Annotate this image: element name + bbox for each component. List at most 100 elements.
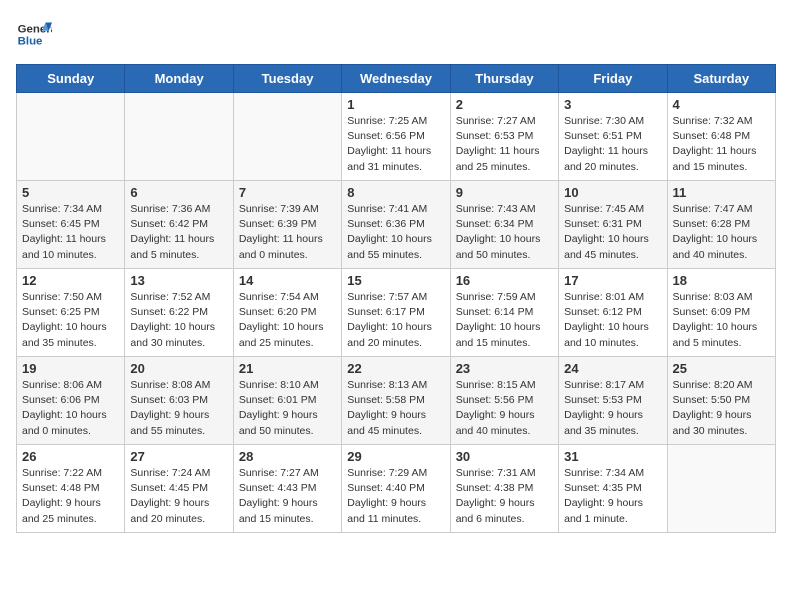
calendar-cell: 23 Sunrise: 8:15 AM Sunset: 5:56 PM Dayli… <box>450 357 558 445</box>
calendar-cell: 4Sunrise: 7:32 AM Sunset: 6:48 PM Daylig… <box>667 93 775 181</box>
day-info: Sunrise: 8:03 AM Sunset: 6:09 PM Dayligh… <box>673 290 770 351</box>
day-info: Sunrise: 8:13 AM Sunset: 5:58 PM Dayligh… <box>347 378 444 439</box>
day-info: Sunrise: 7:39 AM Sunset: 6:39 PM Dayligh… <box>239 202 336 263</box>
calendar-cell: 13 Sunrise: 7:52 AM Sunset: 6:22 PM Dayli… <box>125 269 233 357</box>
day-info: Sunrise: 8:08 AM Sunset: 6:03 PM Dayligh… <box>130 378 227 439</box>
day-number: 2 <box>456 97 553 112</box>
day-number: 31 <box>564 449 661 464</box>
calendar-table: SundayMondayTuesdayWednesdayThursdayFrid… <box>16 64 776 533</box>
weekday-header-thursday: Thursday <box>450 65 558 93</box>
calendar-cell: 28 Sunrise: 7:27 AM Sunset: 4:43 PM Dayli… <box>233 445 341 533</box>
day-number: 21 <box>239 361 336 376</box>
calendar-cell: 2 Sunrise: 7:27 AM Sunset: 6:53 PM Daylig… <box>450 93 558 181</box>
logo: General Blue <box>16 16 52 52</box>
day-info: Sunrise: 8:10 AM Sunset: 6:01 PM Dayligh… <box>239 378 336 439</box>
day-number: 16 <box>456 273 553 288</box>
page-header: General Blue <box>16 16 776 52</box>
day-number: 5 <box>22 185 119 200</box>
day-info: Sunrise: 7:27 AM Sunset: 6:53 PM Dayligh… <box>456 114 553 175</box>
calendar-cell: 5 Sunrise: 7:34 AM Sunset: 6:45 PM Daylig… <box>17 181 125 269</box>
weekday-header-monday: Monday <box>125 65 233 93</box>
calendar-cell: 20 Sunrise: 8:08 AM Sunset: 6:03 PM Dayli… <box>125 357 233 445</box>
day-info: Sunrise: 7:57 AM Sunset: 6:17 PM Dayligh… <box>347 290 444 351</box>
day-number: 18 <box>673 273 770 288</box>
weekday-header-tuesday: Tuesday <box>233 65 341 93</box>
calendar-cell: 16 Sunrise: 7:59 AM Sunset: 6:14 PM Dayli… <box>450 269 558 357</box>
day-info: Sunrise: 7:22 AM Sunset: 4:48 PM Dayligh… <box>22 466 119 527</box>
day-info: Sunrise: 7:36 AM Sunset: 6:42 PM Dayligh… <box>130 202 227 263</box>
weekday-header-saturday: Saturday <box>667 65 775 93</box>
day-info: Sunrise: 8:01 AM Sunset: 6:12 PM Dayligh… <box>564 290 661 351</box>
calendar-cell: 27 Sunrise: 7:24 AM Sunset: 4:45 PM Dayli… <box>125 445 233 533</box>
calendar-cell: 7 Sunrise: 7:39 AM Sunset: 6:39 PM Daylig… <box>233 181 341 269</box>
day-info: Sunrise: 7:30 AM Sunset: 6:51 PM Dayligh… <box>564 114 661 175</box>
day-number: 11 <box>673 185 770 200</box>
svg-text:Blue: Blue <box>18 36 43 48</box>
day-number: 15 <box>347 273 444 288</box>
calendar-cell: 10 Sunrise: 7:45 AM Sunset: 6:31 PM Dayli… <box>559 181 667 269</box>
logo-icon: General Blue <box>16 16 52 52</box>
day-info: Sunrise: 7:29 AM Sunset: 4:40 PM Dayligh… <box>347 466 444 527</box>
day-number: 29 <box>347 449 444 464</box>
day-number: 7 <box>239 185 336 200</box>
calendar-cell <box>17 93 125 181</box>
calendar-cell: 9 Sunrise: 7:43 AM Sunset: 6:34 PM Daylig… <box>450 181 558 269</box>
day-number: 24 <box>564 361 661 376</box>
calendar-cell: 17 Sunrise: 8:01 AM Sunset: 6:12 PM Dayli… <box>559 269 667 357</box>
calendar-cell: 11Sunrise: 7:47 AM Sunset: 6:28 PM Dayli… <box>667 181 775 269</box>
calendar-cell: 26 Sunrise: 7:22 AM Sunset: 4:48 PM Dayli… <box>17 445 125 533</box>
day-number: 9 <box>456 185 553 200</box>
day-number: 10 <box>564 185 661 200</box>
day-number: 4 <box>673 97 770 112</box>
day-number: 3 <box>564 97 661 112</box>
day-info: Sunrise: 7:27 AM Sunset: 4:43 PM Dayligh… <box>239 466 336 527</box>
day-info: Sunrise: 7:31 AM Sunset: 4:38 PM Dayligh… <box>456 466 553 527</box>
calendar-cell: 24 Sunrise: 8:17 AM Sunset: 5:53 PM Dayli… <box>559 357 667 445</box>
day-info: Sunrise: 7:50 AM Sunset: 6:25 PM Dayligh… <box>22 290 119 351</box>
day-number: 6 <box>130 185 227 200</box>
calendar-cell: 6 Sunrise: 7:36 AM Sunset: 6:42 PM Daylig… <box>125 181 233 269</box>
day-info: Sunrise: 8:15 AM Sunset: 5:56 PM Dayligh… <box>456 378 553 439</box>
day-info: Sunrise: 8:17 AM Sunset: 5:53 PM Dayligh… <box>564 378 661 439</box>
calendar-cell: 19Sunrise: 8:06 AM Sunset: 6:06 PM Dayli… <box>17 357 125 445</box>
day-number: 1 <box>347 97 444 112</box>
day-number: 17 <box>564 273 661 288</box>
day-info: Sunrise: 7:45 AM Sunset: 6:31 PM Dayligh… <box>564 202 661 263</box>
day-info: Sunrise: 7:54 AM Sunset: 6:20 PM Dayligh… <box>239 290 336 351</box>
calendar-cell: 25 Sunrise: 8:20 AM Sunset: 5:50 PM Dayli… <box>667 357 775 445</box>
day-info: Sunrise: 7:52 AM Sunset: 6:22 PM Dayligh… <box>130 290 227 351</box>
day-number: 12 <box>22 273 119 288</box>
calendar-cell: 3 Sunrise: 7:30 AM Sunset: 6:51 PM Daylig… <box>559 93 667 181</box>
calendar-cell: 8 Sunrise: 7:41 AM Sunset: 6:36 PM Daylig… <box>342 181 450 269</box>
calendar-cell <box>667 445 775 533</box>
day-info: Sunrise: 7:43 AM Sunset: 6:34 PM Dayligh… <box>456 202 553 263</box>
day-number: 13 <box>130 273 227 288</box>
day-info: Sunrise: 8:06 AM Sunset: 6:06 PM Dayligh… <box>22 378 119 439</box>
day-number: 20 <box>130 361 227 376</box>
day-info: Sunrise: 7:24 AM Sunset: 4:45 PM Dayligh… <box>130 466 227 527</box>
calendar-cell: 22Sunrise: 8:13 AM Sunset: 5:58 PM Dayli… <box>342 357 450 445</box>
calendar-cell <box>233 93 341 181</box>
day-number: 30 <box>456 449 553 464</box>
calendar-cell: 14Sunrise: 7:54 AM Sunset: 6:20 PM Dayli… <box>233 269 341 357</box>
calendar-cell <box>125 93 233 181</box>
calendar-cell: 29 Sunrise: 7:29 AM Sunset: 4:40 PM Dayli… <box>342 445 450 533</box>
day-number: 27 <box>130 449 227 464</box>
day-info: Sunrise: 7:34 AM Sunset: 4:35 PM Dayligh… <box>564 466 661 527</box>
day-info: Sunrise: 8:20 AM Sunset: 5:50 PM Dayligh… <box>673 378 770 439</box>
day-info: Sunrise: 7:59 AM Sunset: 6:14 PM Dayligh… <box>456 290 553 351</box>
day-number: 26 <box>22 449 119 464</box>
weekday-header-wednesday: Wednesday <box>342 65 450 93</box>
calendar-cell: 21 Sunrise: 8:10 AM Sunset: 6:01 PM Dayli… <box>233 357 341 445</box>
day-info: Sunrise: 7:25 AM Sunset: 6:56 PM Dayligh… <box>347 114 444 175</box>
day-info: Sunrise: 7:34 AM Sunset: 6:45 PM Dayligh… <box>22 202 119 263</box>
day-number: 25 <box>673 361 770 376</box>
calendar-cell: 15 Sunrise: 7:57 AM Sunset: 6:17 PM Dayli… <box>342 269 450 357</box>
day-number: 28 <box>239 449 336 464</box>
calendar-cell: 12 Sunrise: 7:50 AM Sunset: 6:25 PM Dayli… <box>17 269 125 357</box>
day-number: 23 <box>456 361 553 376</box>
day-number: 8 <box>347 185 444 200</box>
calendar-cell: 31 Sunrise: 7:34 AM Sunset: 4:35 PM Dayli… <box>559 445 667 533</box>
weekday-header-friday: Friday <box>559 65 667 93</box>
day-info: Sunrise: 7:41 AM Sunset: 6:36 PM Dayligh… <box>347 202 444 263</box>
